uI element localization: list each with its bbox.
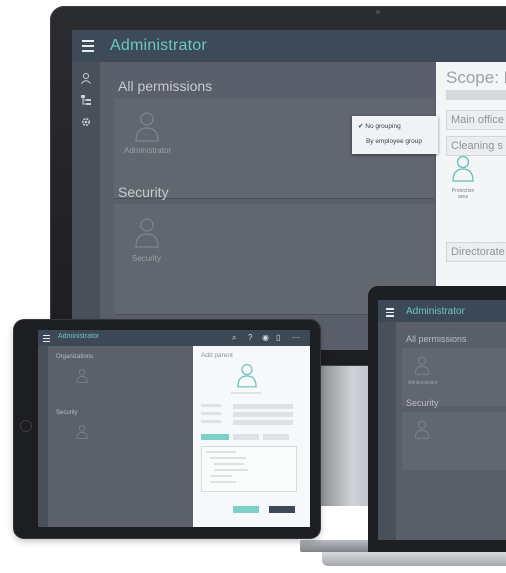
laptop-base <box>322 552 506 566</box>
field-input[interactable] <box>233 412 293 417</box>
side-rail <box>378 322 396 540</box>
scope-row[interactable]: Directorate <box>446 242 506 262</box>
panel-title: Add parent <box>201 352 233 359</box>
person-icon <box>414 420 430 439</box>
user-icon[interactable] <box>79 72 92 84</box>
app-title: Administrator <box>110 37 207 54</box>
permissions-list: Organizations Security <box>48 346 193 527</box>
person-icon <box>76 425 88 439</box>
side-rail <box>72 62 100 350</box>
field-input[interactable] <box>233 420 293 425</box>
section-label-security: Security <box>56 410 78 416</box>
field-input[interactable] <box>233 404 293 409</box>
person-caption-line <box>231 392 261 394</box>
person-caption: Protection area <box>451 188 475 200</box>
hamburger-menu-icon[interactable] <box>43 335 50 344</box>
permission-card[interactable] <box>402 412 506 470</box>
option-button[interactable] <box>263 434 289 440</box>
avatar-caption: Administrator <box>408 380 438 386</box>
dropdown-option[interactable]: By employee group <box>366 138 422 145</box>
monitor-camera <box>376 10 380 14</box>
field-label <box>201 412 221 415</box>
person-icon <box>135 112 159 142</box>
user-icon[interactable]: ◉ <box>262 333 269 342</box>
cancel-button[interactable] <box>269 506 295 513</box>
scope-row[interactable]: Main office <box>446 110 506 130</box>
dropdown-option-label: No grouping <box>365 123 401 130</box>
person-icon <box>76 369 88 383</box>
person-icon <box>135 218 159 248</box>
search-icon[interactable]: ⌕ <box>232 333 236 343</box>
side-rail <box>38 346 48 527</box>
person-icon <box>414 356 430 375</box>
document-icon[interactable]: ▯ <box>276 333 280 342</box>
person-icon <box>237 363 257 388</box>
grouping-dropdown[interactable]: ✔ No grouping By employee group <box>352 116 438 154</box>
hamburger-menu-icon[interactable] <box>386 308 394 319</box>
avatar-caption: Administrator <box>124 146 172 155</box>
laptop-screen: Administrator All permissions Administra… <box>378 300 506 540</box>
checkmark-icon: ✔ <box>358 123 364 130</box>
person-icon <box>452 155 474 182</box>
help-icon[interactable]: ? <box>248 333 252 342</box>
section-label-security: Security <box>118 184 169 200</box>
scope-title: Scope: E <box>446 68 506 87</box>
tree-view[interactable] <box>201 446 297 492</box>
section-label-all-permissions: All permissions <box>118 78 213 94</box>
avatar-caption: Security <box>132 254 161 263</box>
scope-row[interactable]: Cleaning s <box>446 136 506 156</box>
tablet-home-button[interactable] <box>20 420 32 432</box>
more-icon[interactable]: ⋯ <box>292 333 300 342</box>
save-button[interactable] <box>233 506 259 513</box>
hierarchy-icon[interactable] <box>79 94 92 105</box>
section-label-all-permissions: All permissions <box>406 334 467 344</box>
app-title: Administrator <box>406 306 465 317</box>
dropdown-option-selected[interactable]: ✔ No grouping <box>358 122 401 130</box>
option-button[interactable] <box>201 434 229 440</box>
section-label-security: Security <box>406 398 439 408</box>
option-button[interactable] <box>233 434 259 440</box>
field-label <box>201 404 221 407</box>
app-title: Administrator <box>58 333 100 340</box>
tablet-screen: Administrator ⌕ ? ◉ ▯ ⋯ Organizations Se… <box>38 330 310 527</box>
scope-bar <box>446 90 506 100</box>
field-label <box>201 420 221 423</box>
section-label-organizations: Organizations <box>56 354 94 360</box>
details-panel: Add parent <box>193 346 310 527</box>
hamburger-menu-icon[interactable] <box>82 40 94 55</box>
gear-icon[interactable] <box>79 116 92 127</box>
